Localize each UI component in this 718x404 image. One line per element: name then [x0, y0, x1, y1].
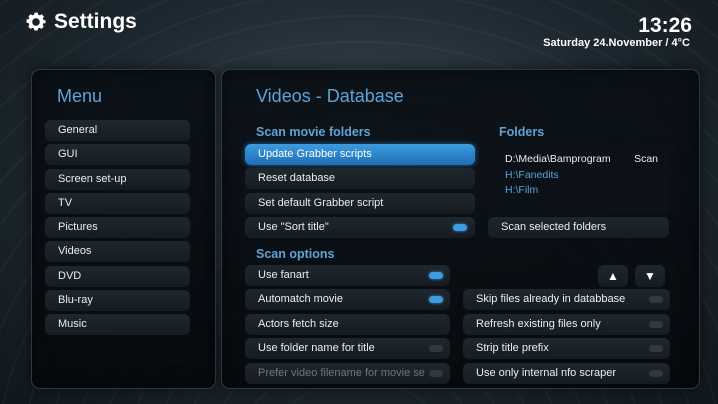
use-internal-nfo-toggle[interactable]: Use only internal nfo scraper	[463, 363, 670, 384]
use-fanart-toggle[interactable]: Use fanart	[245, 265, 450, 286]
prefer-video-filename-indicator	[429, 370, 443, 377]
scan-movie-folders-heading: Scan movie folders	[256, 125, 371, 139]
scroll-down-button[interactable]: ▼	[635, 265, 665, 287]
folder-item[interactable]: H:\Film	[505, 184, 538, 196]
folder-scan-label: Scan	[634, 153, 658, 165]
folders-list[interactable]: D:\Media\Bamprogram Scan H:\Fanedits H:\…	[488, 145, 669, 214]
page-title: Settings	[54, 10, 137, 33]
menu-list: General GUI Screen set-up TV Pictures Vi…	[45, 120, 190, 339]
section-title: Videos - Database	[256, 86, 404, 106]
clock: 13:26	[638, 14, 692, 37]
refresh-existing-toggle[interactable]: Refresh existing files only	[463, 314, 670, 335]
automatch-movie-toggle[interactable]: Automatch movie	[245, 289, 450, 310]
skip-files-label: Skip files already in databbase	[476, 293, 626, 305]
skip-files-indicator	[649, 296, 663, 303]
menu-item-videos[interactable]: Videos	[45, 241, 190, 263]
use-folder-name-toggle[interactable]: Use folder name for title	[245, 338, 450, 359]
set-default-grabber-button[interactable]: Set default Grabber script	[245, 193, 475, 214]
folders-heading: Folders	[499, 125, 545, 139]
gear-icon	[26, 12, 46, 31]
menu-item-screen-setup[interactable]: Screen set-up	[45, 168, 190, 190]
refresh-existing-indicator	[649, 321, 663, 328]
automatch-movie-label: Automatch movie	[258, 293, 343, 305]
scroll-up-button[interactable]: ▲	[598, 265, 628, 287]
use-fanart-indicator	[429, 272, 443, 279]
menu-item-dvd[interactable]: DVD	[45, 265, 190, 287]
prefer-video-filename-toggle[interactable]: Prefer video filename for movie se	[245, 363, 450, 384]
prefer-video-filename-label: Prefer video filename for movie se	[258, 367, 425, 379]
use-internal-nfo-indicator	[649, 370, 663, 377]
scan-selected-folders-button[interactable]: Scan selected folders	[488, 217, 669, 238]
page-header: Settings	[24, 10, 137, 34]
refresh-existing-label: Refresh existing files only	[476, 318, 601, 330]
menu-item-music[interactable]: Music	[45, 314, 190, 336]
update-grabber-button[interactable]: Update Grabber scripts	[245, 144, 475, 165]
menu-heading: Menu	[57, 86, 103, 106]
sort-title-toggle[interactable]: Use "Sort title"	[245, 217, 475, 238]
menu-item-gui[interactable]: GUI	[45, 144, 190, 166]
use-folder-name-indicator	[429, 345, 443, 352]
use-folder-name-label: Use folder name for title	[258, 342, 375, 354]
use-internal-nfo-label: Use only internal nfo scraper	[476, 367, 617, 379]
scan-options-heading: Scan options	[256, 247, 335, 261]
strip-title-prefix-indicator	[649, 345, 663, 352]
automatch-movie-indicator	[429, 296, 443, 303]
menu-item-general[interactable]: General	[45, 120, 190, 141]
sort-title-label: Use "Sort title"	[258, 221, 329, 233]
menu-item-tv[interactable]: TV	[45, 192, 190, 214]
use-fanart-label: Use fanart	[258, 269, 309, 281]
strip-title-prefix-label: Strip title prefix	[476, 342, 549, 354]
date-weather: Saturday 24.November / 4°C	[543, 37, 690, 49]
menu-item-pictures[interactable]: Pictures	[45, 217, 190, 239]
strip-title-prefix-toggle[interactable]: Strip title prefix	[463, 338, 670, 359]
reset-database-button[interactable]: Reset database	[245, 168, 475, 189]
menu-item-bluray[interactable]: Blu-ray	[45, 290, 190, 312]
folder-item[interactable]: H:\Fanedits	[505, 169, 559, 181]
actors-fetch-size-button[interactable]: Actors fetch size	[245, 314, 450, 335]
skip-files-toggle[interactable]: Skip files already in databbase	[463, 289, 670, 310]
sort-title-indicator	[453, 224, 467, 231]
folder-item[interactable]: D:\Media\Bamprogram	[505, 153, 611, 165]
